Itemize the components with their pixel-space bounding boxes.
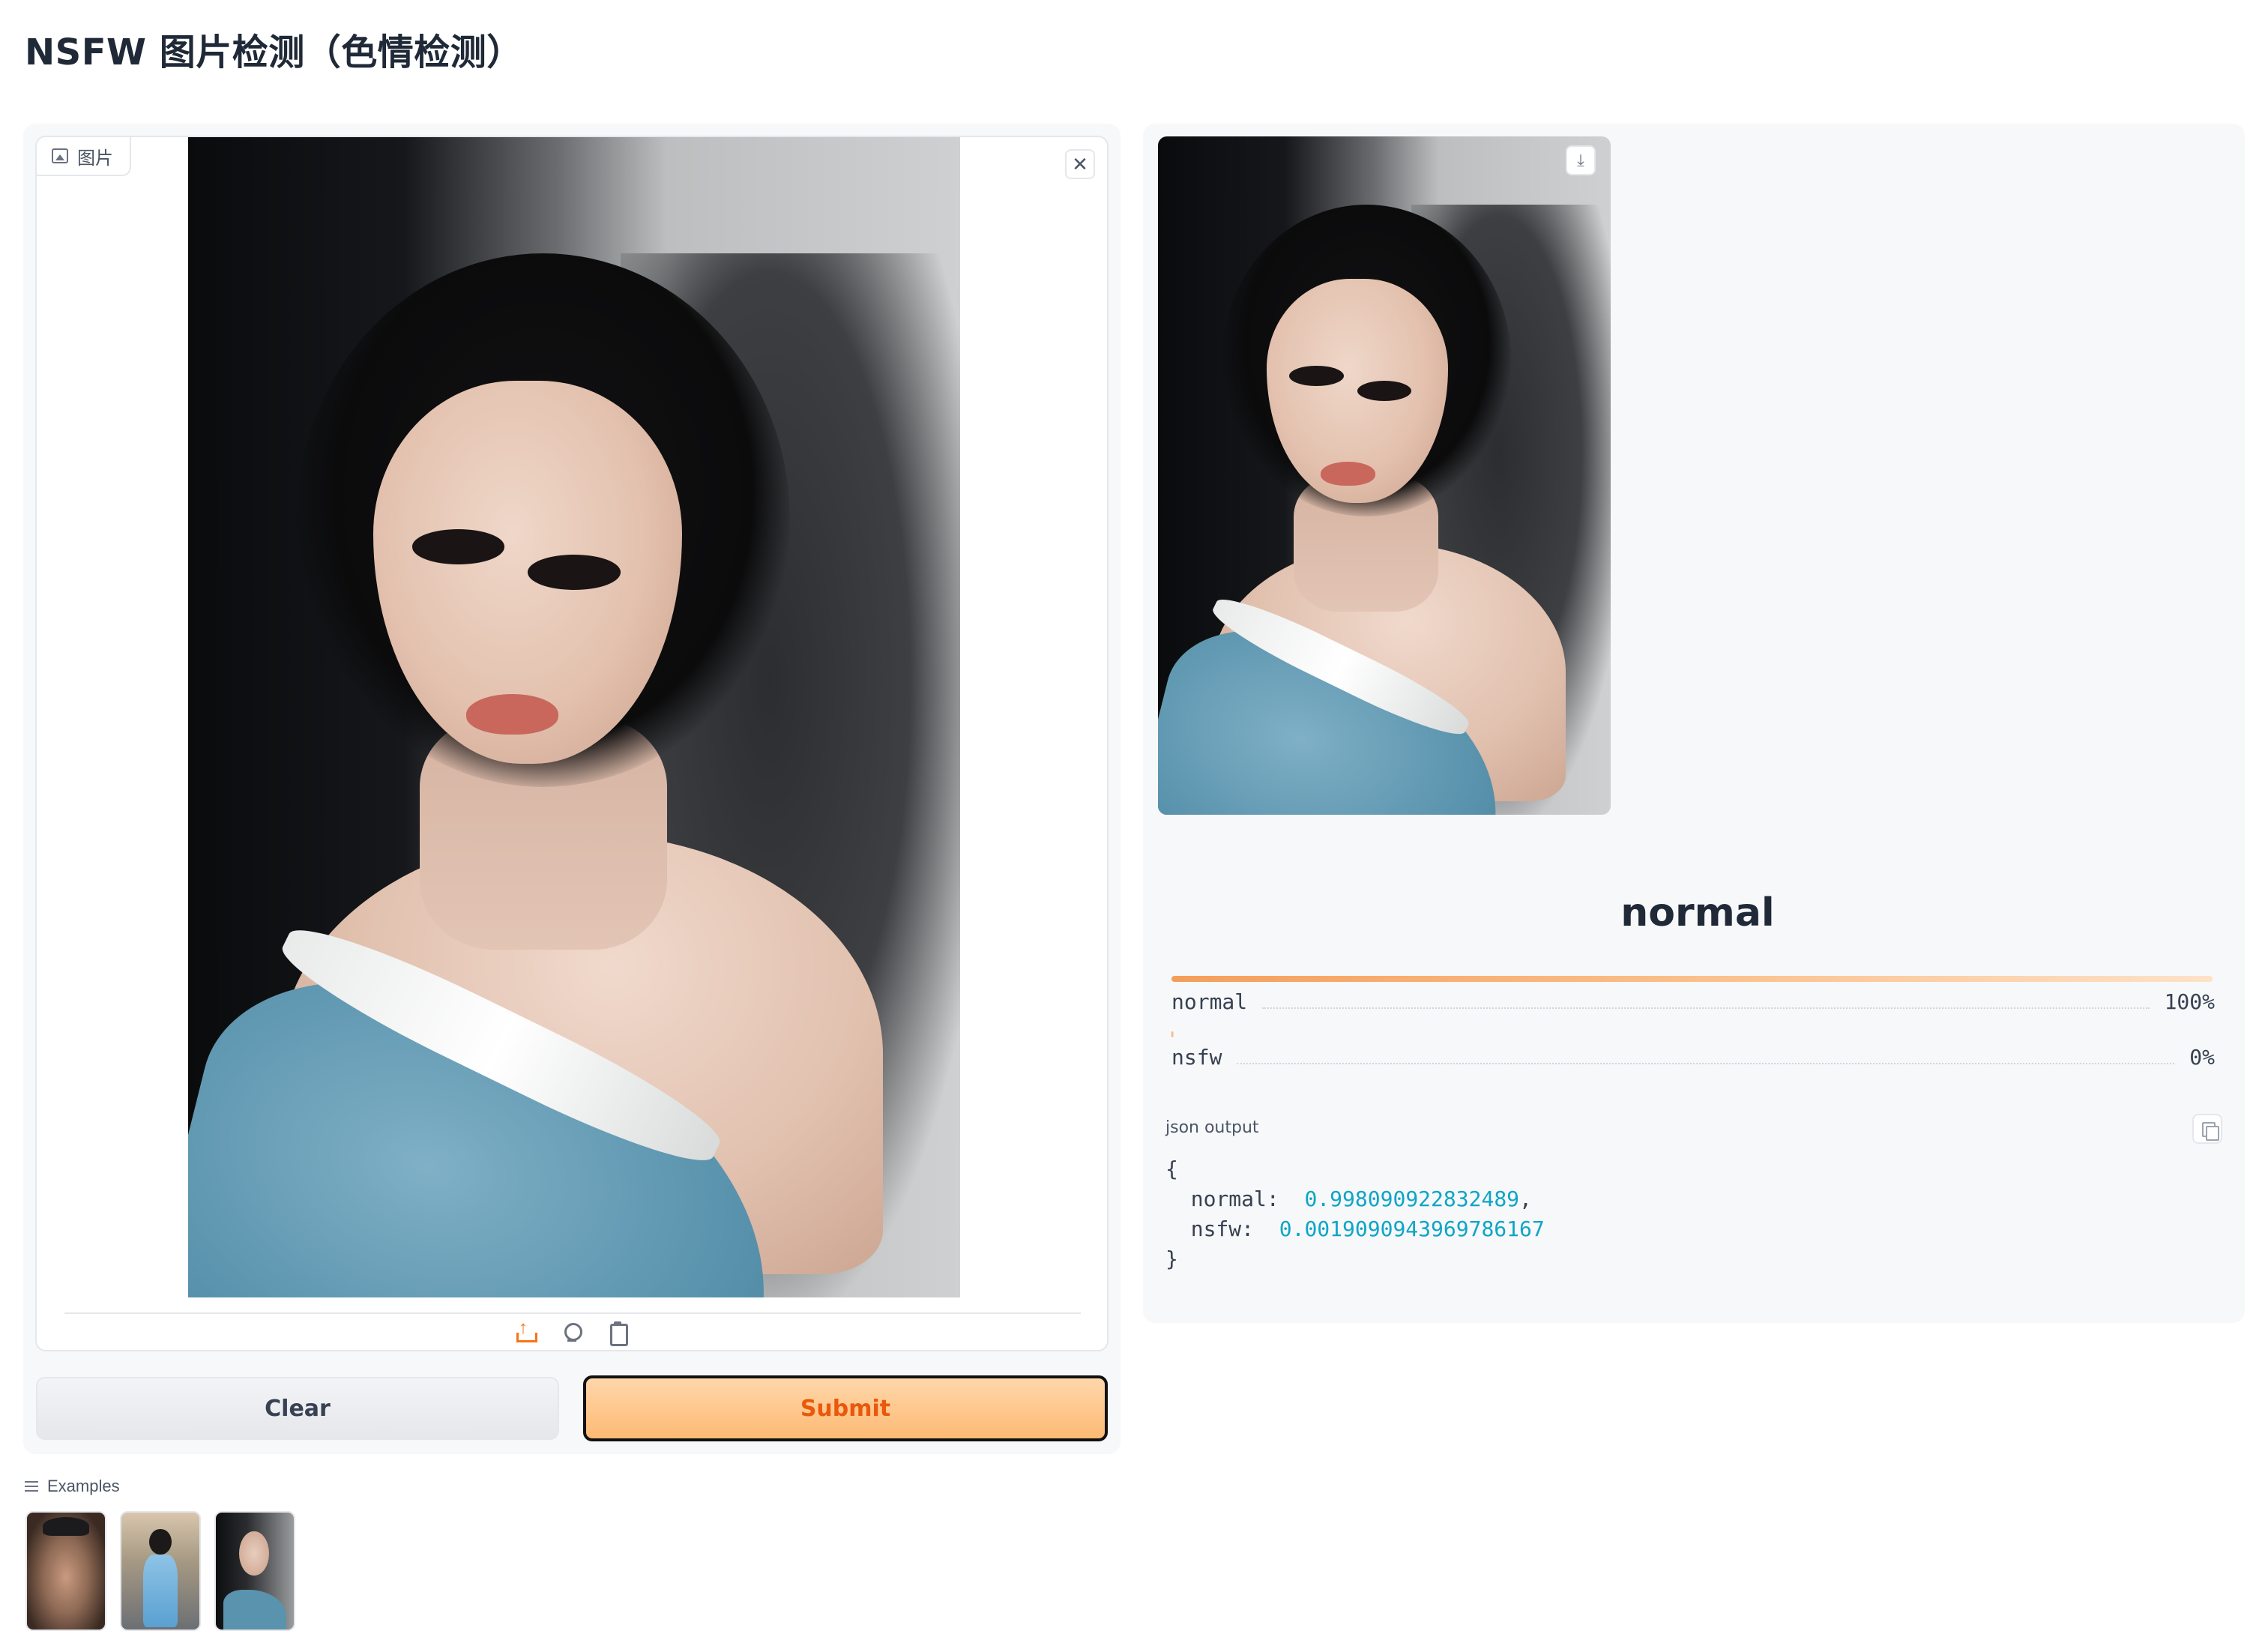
copy-icon[interactable] (2192, 1114, 2222, 1144)
image-input[interactable]: 图片 ✕ (35, 136, 1109, 1351)
examples-header: Examples (25, 1477, 120, 1496)
json-brace-close: } (1165, 1246, 1178, 1271)
json-output: { normal: 0.998090922832489, nsfw: 0.001… (1165, 1157, 1545, 1271)
page-title: NSFW 图片检测（色情检测） (25, 31, 523, 73)
confidence-bar (1171, 976, 2213, 982)
example-thumbnail[interactable] (214, 1511, 295, 1631)
confidence-percent: 0% (2189, 1045, 2215, 1070)
upload-icon[interactable] (513, 1318, 537, 1345)
image-input-label-text: 图片 (77, 147, 113, 169)
submit-button[interactable]: Submit (583, 1375, 1108, 1441)
clear-button[interactable]: Clear (36, 1377, 559, 1440)
json-key: normal: (1190, 1187, 1279, 1211)
image-icon (52, 148, 68, 163)
confidence-bar (1171, 1031, 1174, 1037)
json-key: nsfw: (1190, 1217, 1255, 1241)
uploaded-image (188, 137, 960, 1297)
list-icon (25, 1480, 38, 1492)
confidence-percent: 100% (2164, 989, 2215, 1014)
image-source-bar (37, 1314, 1107, 1350)
examples-label: Examples (47, 1477, 120, 1495)
close-icon: ✕ (1072, 152, 1088, 175)
json-value: 0.0019090943969786167 (1279, 1217, 1545, 1241)
predicted-label: normal (1620, 890, 1775, 935)
webcam-icon[interactable] (560, 1321, 584, 1345)
json-brace-open: { (1165, 1157, 1178, 1181)
download-icon: ⤓ (1577, 151, 1584, 169)
output-image (1158, 136, 1611, 815)
example-thumbnail[interactable] (25, 1511, 106, 1631)
download-button[interactable]: ⤓ (1566, 145, 1596, 175)
clear-image-button[interactable]: ✕ (1065, 149, 1095, 179)
image-input-label: 图片 (37, 137, 131, 176)
clipboard-icon[interactable] (606, 1321, 630, 1346)
example-thumbnail[interactable] (120, 1511, 201, 1631)
confidence-label: normal (1171, 989, 1248, 1014)
confidence-label: nsfw (1171, 1045, 1222, 1070)
examples-gallery (25, 1511, 295, 1631)
json-output-label: json output (1165, 1118, 1259, 1137)
json-value: 0.998090922832489 (1304, 1187, 1520, 1211)
